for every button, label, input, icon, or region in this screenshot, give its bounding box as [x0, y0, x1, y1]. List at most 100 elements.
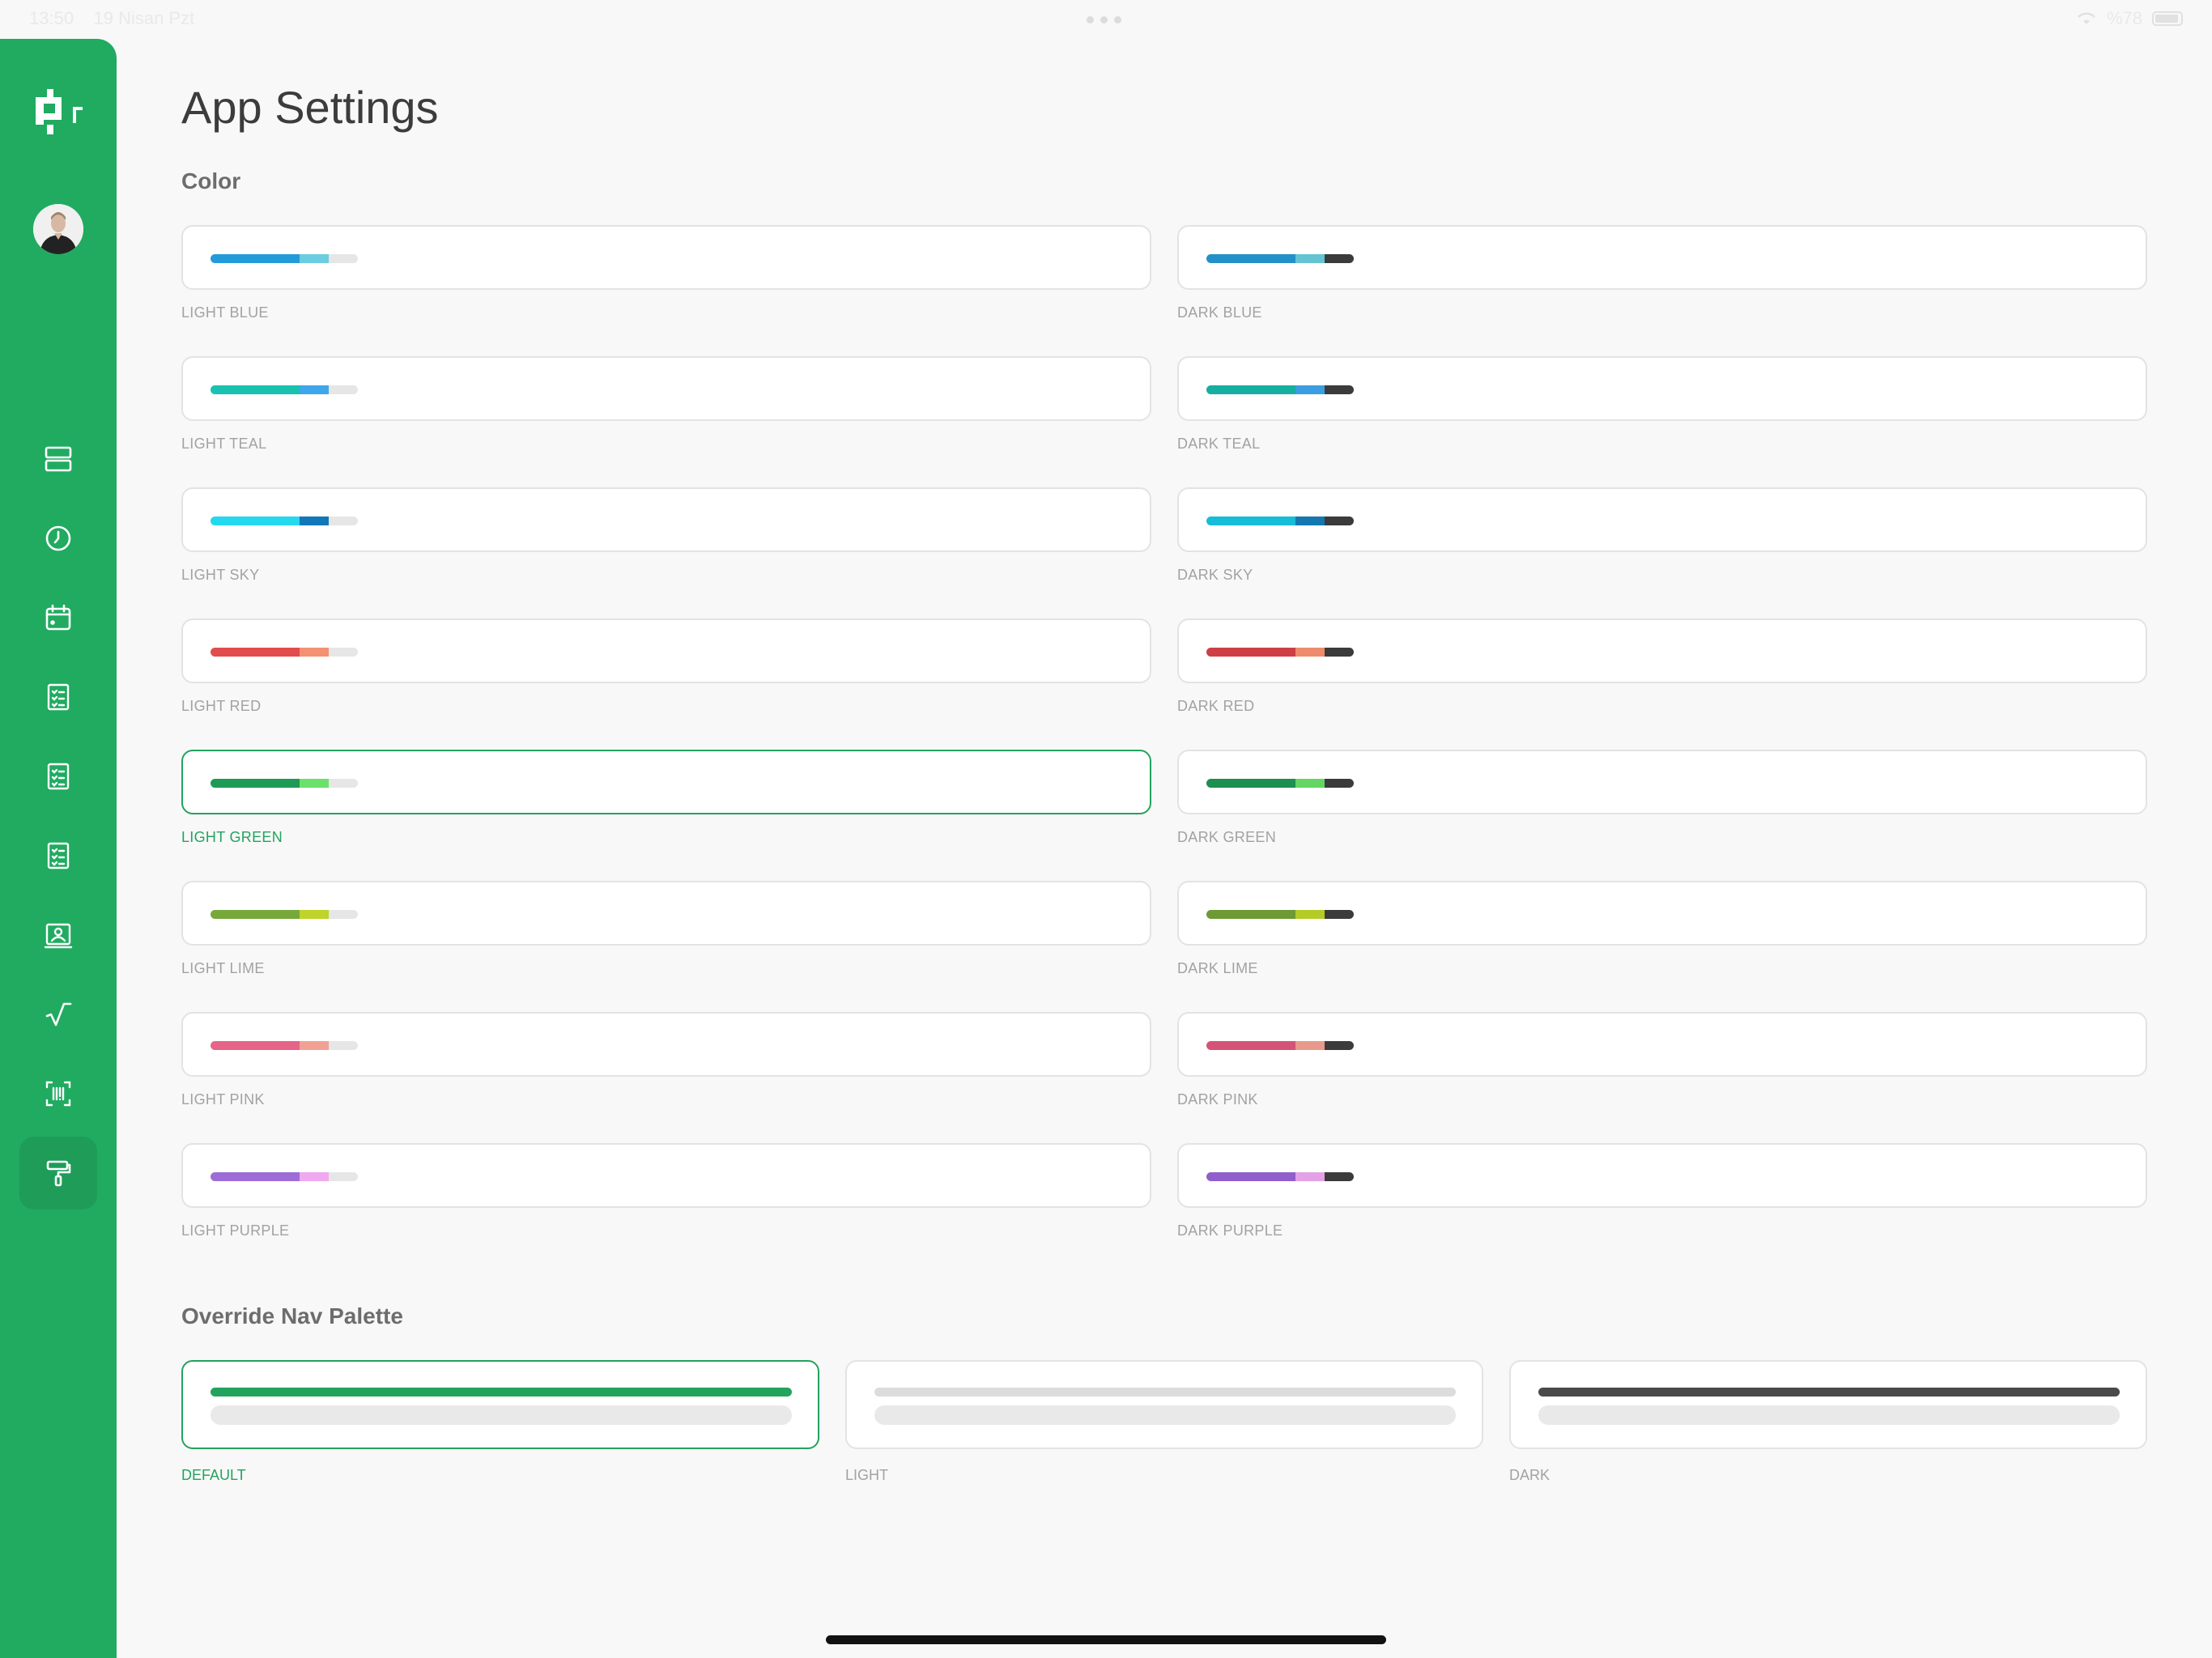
color-preview-bar — [211, 648, 358, 657]
color-preview-segment — [1206, 254, 1295, 263]
color-preview-bar — [1206, 1041, 1354, 1050]
palette-preview-track — [1538, 1405, 2120, 1425]
sidebar — [0, 39, 117, 1658]
color-option-label: LIGHT SKY — [181, 567, 260, 583]
color-option-light-red[interactable] — [181, 619, 1151, 683]
color-preview-bar — [1206, 779, 1354, 788]
color-option-dark-blue[interactable] — [1177, 225, 2147, 290]
checklist-icon — [47, 842, 70, 869]
color-preview-bar — [1206, 254, 1354, 263]
palette-preview-bar — [211, 1388, 792, 1397]
color-preview-segment — [329, 1172, 358, 1181]
color-option-light-green[interactable] — [181, 750, 1151, 814]
color-preview-segment — [211, 910, 300, 919]
color-preview-segment — [1206, 910, 1295, 919]
nav-palette-option-label: DARK — [1509, 1467, 1551, 1483]
color-option-dark-sky[interactable] — [1177, 487, 2147, 552]
color-preview-segment — [1295, 385, 1325, 394]
color-option-light-pink[interactable] — [181, 1012, 1151, 1077]
nav-item-history[interactable] — [19, 502, 97, 575]
color-option-light-teal[interactable] — [181, 356, 1151, 421]
battery-icon — [2152, 11, 2183, 26]
color-option-dark-purple[interactable] — [1177, 1143, 2147, 1208]
nav-item-checklist-2[interactable] — [19, 740, 97, 813]
app-logo-icon[interactable] — [32, 89, 86, 136]
color-preview-segment — [211, 517, 300, 525]
color-preview-bar — [1206, 1172, 1354, 1181]
color-preview-segment — [211, 254, 300, 263]
color-option-label: DARK GREEN — [1177, 829, 1277, 845]
color-option-light-blue[interactable] — [181, 225, 1151, 290]
color-preview-segment — [1295, 517, 1325, 525]
color-option-dark-green[interactable] — [1177, 750, 2147, 814]
color-preview-bar — [1206, 648, 1354, 657]
battery-percentage: %78 — [2106, 8, 2142, 28]
nav-palette-option-default[interactable] — [181, 1360, 819, 1449]
color-option-label: LIGHT GREEN — [181, 829, 283, 845]
color-option-label: LIGHT RED — [181, 698, 262, 714]
color-preview-segment — [300, 385, 329, 394]
paint-roller-icon — [46, 1160, 71, 1187]
avatar[interactable] — [33, 204, 83, 254]
page-title: App Settings — [181, 82, 439, 133]
color-preview-segment — [329, 385, 358, 394]
color-option-light-sky[interactable] — [181, 487, 1151, 552]
color-preview-segment — [1295, 1041, 1325, 1050]
nav-item-appearance[interactable] — [19, 1137, 97, 1209]
status-bar: 13:50 19 Nisan Pzt %78 — [0, 0, 2212, 37]
color-preview-segment — [1325, 517, 1354, 525]
wifi-icon — [2078, 12, 2095, 24]
color-preview-segment — [1295, 779, 1325, 788]
color-option-dark-lime[interactable] — [1177, 881, 2147, 946]
nav-item-checklist-1[interactable] — [19, 661, 97, 733]
color-option-dark-teal[interactable] — [1177, 356, 2147, 421]
color-preview-bar — [211, 385, 358, 394]
nav-palette-option-light[interactable] — [845, 1360, 1483, 1449]
color-preview-segment — [1295, 910, 1325, 919]
color-preview-segment — [211, 1041, 300, 1050]
calendar-icon — [45, 604, 71, 631]
color-option-label: DARK TEAL — [1177, 436, 1261, 452]
palette-preview-track — [874, 1405, 1456, 1425]
color-option-label: LIGHT PINK — [181, 1091, 265, 1107]
color-option-label: DARK RED — [1177, 698, 1255, 714]
status-time: 13:50 — [29, 8, 74, 28]
status-date: 19 Nisan Pzt — [93, 8, 195, 28]
nav-item-scanner[interactable] — [19, 1057, 97, 1130]
color-preview-segment — [1206, 779, 1295, 788]
color-option-light-purple[interactable] — [181, 1143, 1151, 1208]
square-root-icon — [45, 1002, 72, 1027]
color-option-label: DARK LIME — [1177, 960, 1258, 976]
color-option-label: DARK BLUE — [1177, 304, 1262, 321]
nav-palette-option-dark[interactable] — [1509, 1360, 2147, 1449]
color-preview-bar — [211, 1172, 358, 1181]
color-preview-segment — [1206, 1172, 1295, 1181]
color-option-label: LIGHT LIME — [181, 960, 265, 976]
color-preview-segment — [211, 1172, 300, 1181]
color-preview-segment — [329, 254, 358, 263]
color-option-light-lime[interactable] — [181, 881, 1151, 946]
nav-palette-option-label: LIGHT — [845, 1467, 889, 1483]
color-preview-bar — [211, 517, 358, 525]
user-avatar-icon — [33, 204, 83, 254]
multitasking-dots-icon[interactable] — [1087, 16, 1121, 23]
nav-item-checklist-3[interactable] — [19, 819, 97, 892]
color-preview-segment — [1325, 1041, 1354, 1050]
color-option-dark-pink[interactable] — [1177, 1012, 2147, 1077]
color-preview-bar — [211, 779, 358, 788]
status-indicators: %78 — [2076, 8, 2183, 29]
color-option-label: LIGHT BLUE — [181, 304, 269, 321]
nav-item-calendar[interactable] — [19, 581, 97, 654]
color-option-dark-red[interactable] — [1177, 619, 2147, 683]
color-preview-segment — [1325, 1172, 1354, 1181]
color-option-label: LIGHT TEAL — [181, 436, 267, 452]
nav-palette-section-title: Override Nav Palette — [181, 1303, 403, 1329]
color-preview-bar — [1206, 385, 1354, 394]
color-preview-segment — [1206, 385, 1295, 394]
nav-palette-option-label: DEFAULT — [181, 1467, 246, 1483]
color-preview-segment — [300, 910, 329, 919]
nav-item-formulas[interactable] — [19, 978, 97, 1051]
nav-item-servers[interactable] — [19, 423, 97, 495]
nav-item-profile-card[interactable] — [19, 899, 97, 971]
color-preview-segment — [1295, 648, 1325, 657]
